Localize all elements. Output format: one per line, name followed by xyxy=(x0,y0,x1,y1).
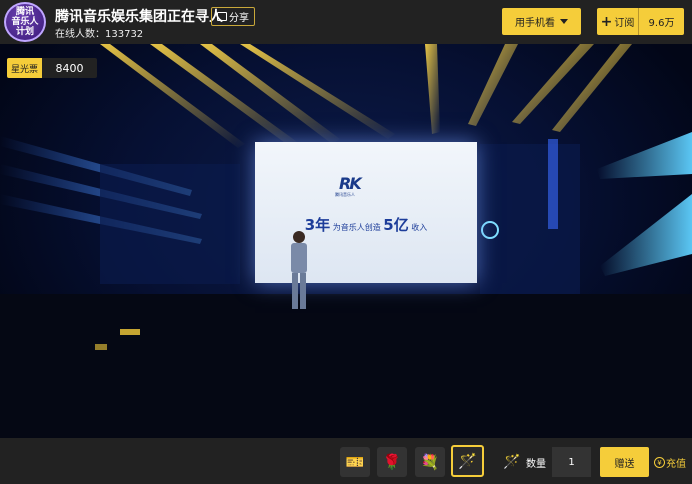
glowstick-gift-icon: 🪄 xyxy=(458,452,477,470)
star-ticket-badge[interactable]: 星光票 8400 xyxy=(7,58,98,78)
selected-gift-icon: 🪄 xyxy=(503,454,521,470)
subscriber-count: 9.6万 xyxy=(648,18,675,29)
star-ticket-value: 8400 xyxy=(42,58,98,78)
logo-line-3: 计划 xyxy=(15,27,34,37)
stage-floor xyxy=(0,294,692,438)
bouquet-gift-icon: 💐 xyxy=(420,453,440,471)
left-side-screen xyxy=(100,164,240,284)
gift-badge[interactable]: 🎫 xyxy=(340,447,370,477)
floor-light xyxy=(95,344,107,350)
channel-logo[interactable]: 腾讯 音乐人 计划 xyxy=(4,2,46,42)
plus-icon: + xyxy=(600,13,613,30)
presenter-figure xyxy=(291,231,307,309)
slogan-end: 收入 xyxy=(408,223,428,232)
subscribe-button[interactable]: + 订阅 9.6万 xyxy=(597,8,684,35)
floor-light xyxy=(120,329,140,335)
watch-on-phone-button[interactable]: 用手机看 xyxy=(502,8,581,35)
top-bar: 腾讯 音乐人 计划 腾讯音乐娱乐集团正在寻人 在线人数：133732 分享 用手… xyxy=(0,0,692,44)
coin-icon: ¥ xyxy=(654,457,665,468)
logo-line-1: 腾讯 xyxy=(15,7,34,17)
rk-logo-subtitle: 腾讯音乐人 xyxy=(335,192,355,197)
watch-on-phone-label: 用手机看 xyxy=(515,18,555,29)
video-player[interactable]: 星光票 8400 RK 腾讯音乐人 3年 为音乐人创造 5亿 收入 xyxy=(0,44,692,438)
share-icon xyxy=(217,12,227,21)
gift-bouquet[interactable]: 💐 xyxy=(415,447,445,477)
online-count: 在线人数：133732 xyxy=(55,29,144,40)
gift-glowstick[interactable]: 🪄 xyxy=(451,445,484,477)
send-label: 赠送 xyxy=(614,458,635,470)
light-beam xyxy=(425,44,440,134)
light-beam xyxy=(468,44,518,126)
light-beam xyxy=(600,194,692,276)
recharge-label: 充值 xyxy=(666,459,686,470)
light-beam xyxy=(512,44,594,124)
light-beam xyxy=(552,44,632,132)
caret-down-icon xyxy=(560,19,568,24)
quantity-label: 数量 xyxy=(526,459,546,470)
star-ticket-label: 星光票 xyxy=(7,58,43,78)
rk-logo: RK xyxy=(339,174,362,193)
stream-title: 腾讯音乐娱乐集团正在寻人 xyxy=(55,9,223,25)
quantity-input[interactable] xyxy=(552,447,591,477)
slogan-middle: 为音乐人创造 xyxy=(330,223,384,232)
share-label: 分享 xyxy=(229,13,249,24)
slogan-amount: 5亿 xyxy=(383,216,409,234)
subscribe-label: 订阅 xyxy=(614,18,635,29)
right-side-screen xyxy=(480,144,580,294)
rose-gift-icon: 🌹 xyxy=(382,453,402,471)
share-button[interactable]: 分享 xyxy=(211,7,255,26)
send-gift-button[interactable]: 赠送 xyxy=(600,447,649,477)
gift-bar: 🎫 🌹 💐 🪄 🪄 数量 赠送 ¥ 充值 xyxy=(0,438,692,484)
guitar-decoration xyxy=(548,139,558,229)
logo-line-2: 音乐人 xyxy=(11,17,39,27)
gift-roses[interactable]: 🌹 xyxy=(377,447,407,477)
light-beam xyxy=(597,132,692,179)
badge-gift-icon: 🎫 xyxy=(345,453,365,471)
recharge-link[interactable]: ¥ 充值 xyxy=(654,455,686,470)
